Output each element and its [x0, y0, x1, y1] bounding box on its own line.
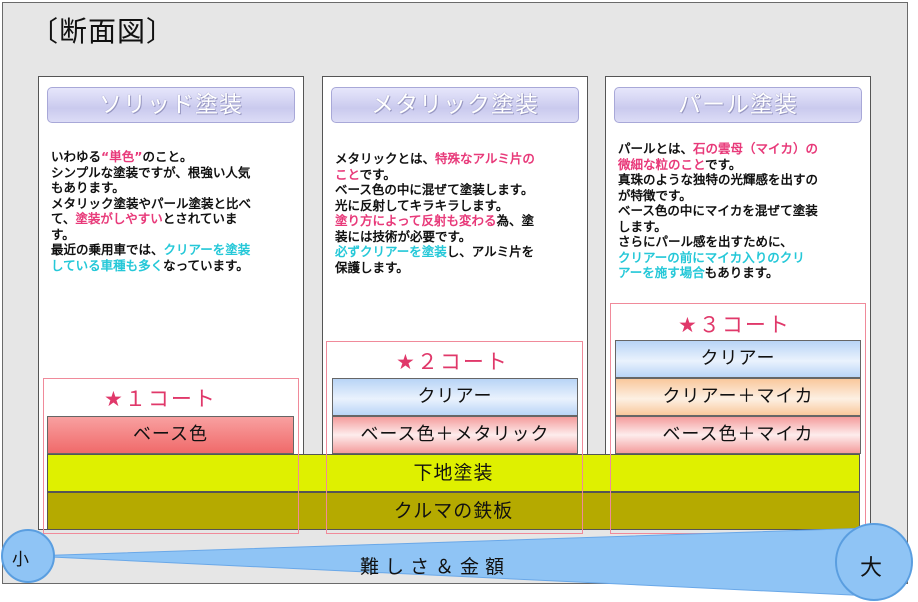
highlight-text-pink: 塗り方によって反射も変わる — [335, 213, 497, 228]
description-text: 真珠のような独特の光輝感を出すの — [618, 172, 819, 187]
description-line: メタリックとは、特殊なアルミ片の — [335, 151, 581, 167]
scale-small-label: 小 — [12, 550, 29, 570]
description-line: ことです。 — [335, 167, 581, 183]
description-line: 必ずクリアーを塗装し、アルミ片を — [335, 244, 581, 260]
column-title-metallic: メタリック塗装 — [331, 87, 579, 123]
description-line: ベース色の中に混ぜて塗装します。 — [335, 182, 581, 198]
description-solid: いわゆる“単色”のこと。 シンプルな塗装ですが、根強い人気 もあります。 メタリック塗… — [51, 149, 297, 273]
highlight-text-cyan: アーを施す場合 — [618, 265, 705, 280]
description-line: クリアーの前にマイカ入りのクリ — [618, 250, 864, 266]
description-line: て、塗装がしやすいとされていま — [51, 211, 297, 227]
description-text: シンプルな塗装ですが、根強い人気 — [51, 164, 251, 180]
description-text: いわゆる — [51, 149, 102, 164]
highlight-text-pink: 微細な粒のこと — [618, 156, 706, 172]
highlight-text-cyan: している車種も多く — [51, 257, 164, 273]
description-text: のこと。 — [142, 149, 193, 164]
description-line: 微細な粒のことです。 — [618, 157, 864, 173]
highlight-text-pink: 塗装がしやすい — [75, 211, 163, 226]
scale-large-label: 大 — [860, 556, 883, 581]
description-line: す。 — [51, 227, 297, 243]
coat-frame-1-outline — [43, 378, 299, 534]
highlight-text-pink: 特殊なアルミ片の — [435, 151, 535, 166]
description-text: メタリック塗装やパール塗装と比べ — [51, 195, 252, 211]
description-text: さらにパール感を出すために、 — [618, 234, 793, 249]
description-text: 最近の乗用車では、 — [51, 242, 164, 257]
description-text: パールとは、 — [618, 141, 694, 156]
scale-label: 難しさ＆金額 — [360, 556, 511, 578]
description-line: します。 — [618, 219, 864, 235]
description-text: し、アルミ片を — [446, 244, 535, 259]
description-text: もあります。 — [704, 265, 779, 280]
highlight-text-cyan: クリアーを塗装 — [163, 242, 251, 257]
description-text: ベース色の中にマイカを混ぜて塗装 — [618, 203, 818, 218]
description-text: もあります。 — [51, 180, 125, 195]
highlight-text-cyan: 必ずクリアーを塗装 — [335, 244, 447, 259]
coat-frame-2-outline — [326, 341, 583, 534]
coat-frame-3-outline — [610, 303, 866, 534]
description-line: メタリック塗装やパール塗装と比べ — [51, 196, 297, 212]
description-text: が特徴です。 — [618, 187, 692, 203]
description-line: さらにパール感を出すために、 — [618, 234, 864, 250]
description-line: パールとは、石の雲母（マイカ）の — [618, 141, 864, 157]
description-line: 装には技術が必要です。 — [335, 229, 581, 245]
highlight-text-pink: “単色” — [101, 149, 143, 164]
description-text: す。 — [51, 226, 75, 242]
description-line: 光に反射してキラキラします。 — [335, 198, 581, 214]
column-title-pearl: パール塗装 — [614, 87, 862, 123]
highlight-text-pink: 石の雲母（マイカ）の — [693, 141, 819, 156]
description-text: します。 — [618, 218, 667, 234]
description-text: 光に反射してキラキラします。 — [335, 197, 509, 213]
description-line: が特徴です。 — [618, 188, 864, 204]
description-text: とされていま — [162, 211, 238, 226]
description-line: 最近の乗用車では、クリアーを塗装 — [51, 242, 297, 258]
description-text: 保護します。 — [335, 259, 409, 275]
description-pearl: パールとは、石の雲母（マイカ）の 微細な粒のことです。 真珠のような独特の光輝感を出… — [618, 141, 864, 281]
description-line: シンプルな塗装ですが、根強い人気 — [51, 165, 297, 181]
description-text: 装には技術が必要です。 — [335, 228, 472, 244]
description-line: 塗り方によって反射も変わる為、塗 — [335, 213, 581, 229]
description-line: もあります。 — [51, 180, 297, 196]
description-text: て、 — [51, 211, 76, 226]
description-text: なっています。 — [163, 257, 249, 273]
description-text: ベース色の中に混ぜて塗装します。 — [335, 182, 534, 197]
highlight-text-pink: こと — [335, 166, 360, 182]
description-line: 真珠のような独特の光輝感を出すの — [618, 172, 864, 188]
description-metallic: メタリックとは、特殊なアルミ片の ことです。 ベース色の中に混ぜて塗装します。 光に反… — [335, 151, 581, 275]
description-text: です。 — [705, 156, 742, 172]
description-text: 為、塗 — [496, 213, 535, 228]
description-line: アーを施す場合もあります。 — [618, 265, 864, 281]
description-line: している車種も多くなっています。 — [51, 258, 297, 274]
description-line: いわゆる“単色”のこと。 — [51, 149, 297, 165]
description-text: です。 — [359, 166, 396, 182]
highlight-text-cyan: クリアーの前にマイカ入りのクリ — [618, 249, 805, 265]
page-title: 〔断面図〕 — [30, 15, 176, 48]
description-line: ベース色の中にマイカを混ぜて塗装 — [618, 203, 864, 219]
column-title-solid: ソリッド塗装 — [47, 87, 295, 123]
description-text: メタリックとは、 — [335, 151, 436, 166]
description-line: 保護します。 — [335, 260, 581, 276]
